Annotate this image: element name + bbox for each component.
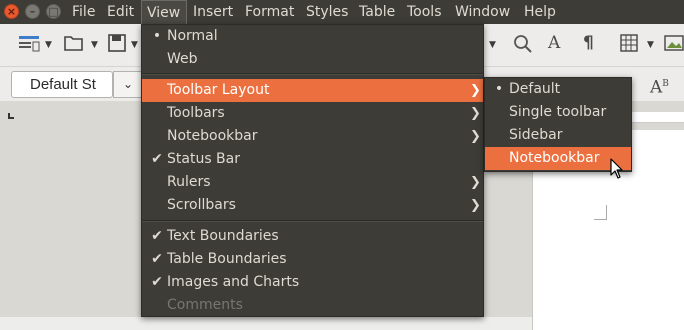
chevron-down-icon[interactable]: ▼	[489, 40, 496, 50]
window-minimize-button[interactable]: –	[25, 4, 40, 19]
menu-tools[interactable]: Tools	[407, 0, 442, 24]
menu-item-table-boundaries[interactable]: ✔ Table Boundaries	[142, 248, 483, 271]
menu-item-label: Scrollbars	[167, 197, 236, 213]
window-maximize-button[interactable]: □	[46, 4, 61, 19]
font-size-icon[interactable]: AB	[650, 74, 669, 98]
insert-image-icon[interactable]	[664, 34, 684, 57]
submenu-item-single-toolbar[interactable]: Single toolbar	[485, 101, 631, 124]
menu-item-images-and-charts[interactable]: ✔ Images and Charts	[142, 271, 483, 294]
menu-item-label: Toolbars	[167, 105, 225, 121]
checkmark-icon: ✔	[151, 274, 163, 290]
chevron-right-icon: ❯	[470, 129, 481, 144]
menu-format[interactable]: Format	[245, 0, 294, 24]
chevron-down-icon[interactable]: ▼	[45, 40, 52, 50]
text-boundary-corner	[594, 205, 607, 220]
menu-item-text-boundaries[interactable]: ✔ Text Boundaries	[142, 225, 483, 248]
menu-item-label: Notebookbar	[167, 128, 258, 144]
menu-item-notebookbar[interactable]: Notebookbar ❯	[142, 125, 483, 148]
window-close-button[interactable]: ×	[4, 4, 19, 19]
menu-item-comments: Comments	[142, 294, 483, 317]
menu-view[interactable]: View	[141, 0, 187, 24]
menu-item-label: Images and Charts	[167, 274, 300, 290]
menu-item-label: Default	[509, 81, 561, 97]
chevron-right-icon: ❯	[470, 106, 481, 121]
menu-bar: × – □ File Edit View Insert Format Style…	[0, 0, 684, 24]
spelling-icon[interactable]: A	[548, 33, 560, 53]
menu-edit[interactable]: Edit	[107, 0, 134, 24]
menu-table[interactable]: Table	[359, 0, 395, 24]
menu-item-label: Table Boundaries	[167, 251, 287, 267]
menu-window[interactable]: Window	[455, 0, 510, 24]
chevron-down-icon[interactable]: ▼	[91, 40, 98, 50]
maximize-icon: □	[48, 5, 59, 18]
menu-styles[interactable]: Styles	[306, 0, 348, 24]
menu-separator	[142, 220, 483, 222]
paragraph-style-input[interactable]: Default St	[11, 71, 113, 98]
formatting-marks-icon[interactable]: ¶	[583, 33, 594, 53]
menu-item-status-bar[interactable]: ✔ Status Bar	[142, 148, 483, 171]
menu-item-label: Rulers	[167, 174, 211, 190]
menu-item-label: Status Bar	[167, 151, 241, 167]
menu-item-label: Notebookbar	[509, 150, 600, 166]
horizontal-ruler[interactable]	[630, 112, 684, 123]
chevron-down-icon: ⌄	[122, 77, 134, 91]
menu-separator	[142, 73, 483, 75]
menu-file[interactable]: File	[72, 0, 95, 24]
menu-item-normal[interactable]: • Normal	[142, 25, 483, 48]
chevron-down-icon[interactable]: ▼	[131, 40, 138, 50]
checkmark-icon: ✔	[151, 151, 163, 167]
paragraph-style-dropdown[interactable]: ⌄	[113, 71, 143, 98]
menu-item-web[interactable]: Web	[142, 48, 483, 71]
submenu-item-default[interactable]: • Default	[485, 78, 631, 101]
menu-item-toolbars[interactable]: Toolbars ❯	[142, 102, 483, 125]
menu-item-label: Text Boundaries	[167, 228, 279, 244]
open-icon[interactable]	[64, 34, 84, 57]
submenu-item-sidebar[interactable]: Sidebar	[485, 124, 631, 147]
close-icon: ×	[6, 5, 17, 18]
menu-item-label: Toolbar Layout	[167, 82, 270, 98]
mouse-cursor-icon	[610, 158, 624, 184]
menu-item-label: Web	[167, 51, 198, 67]
chevron-right-icon: ❯	[470, 175, 481, 190]
save-icon[interactable]	[108, 34, 126, 57]
insert-table-icon[interactable]	[620, 34, 638, 57]
radio-dot-icon: •	[152, 28, 162, 44]
view-menu: • Normal Web Toolbar Layout ❯ Toolbars ❯…	[141, 24, 484, 317]
menu-item-label: Comments	[167, 297, 243, 313]
radio-dot-icon: •	[494, 81, 504, 97]
chevron-right-icon: ❯	[470, 83, 481, 98]
checkmark-icon: ✔	[151, 251, 163, 267]
menu-item-label: Sidebar	[509, 127, 563, 143]
menu-item-rulers[interactable]: Rulers ❯	[142, 171, 483, 194]
sidebar-icon[interactable]	[18, 34, 40, 59]
find-replace-icon[interactable]	[513, 34, 533, 59]
menu-item-label: Single toolbar	[509, 104, 607, 120]
menu-insert[interactable]: Insert	[193, 0, 233, 24]
menu-item-scrollbars[interactable]: Scrollbars ❯	[142, 194, 483, 217]
menu-help[interactable]: Help	[524, 0, 556, 24]
checkmark-icon: ✔	[151, 228, 163, 244]
menu-item-label: Normal	[167, 28, 218, 44]
ruler-corner	[8, 113, 14, 119]
minimize-icon: –	[29, 5, 36, 18]
chevron-down-icon[interactable]: ▼	[647, 40, 654, 50]
chevron-right-icon: ❯	[470, 198, 481, 213]
menu-item-toolbar-layout[interactable]: Toolbar Layout ❯	[142, 79, 483, 102]
